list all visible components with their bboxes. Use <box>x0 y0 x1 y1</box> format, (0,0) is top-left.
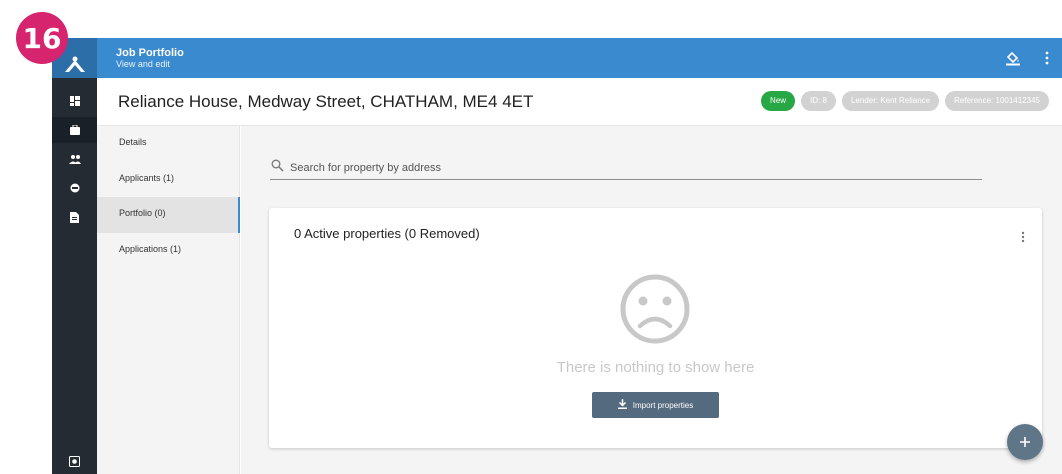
people-icon[interactable] <box>52 146 97 172</box>
tab-applications[interactable]: Applications (1) <box>97 233 240 269</box>
plus-icon <box>1020 437 1030 447</box>
properties-card: 0 Active properties (0 Removed) There is… <box>269 208 1042 448</box>
settings-icon[interactable] <box>52 448 97 474</box>
import-properties-button[interactable]: Import properties <box>592 392 719 418</box>
status-badge: New <box>761 91 796 111</box>
side-rail <box>52 78 97 474</box>
search-input[interactable] <box>290 160 970 176</box>
page-header: Reliance House, Medway Street, CHATHAM, … <box>97 78 1062 126</box>
dashboard-icon[interactable] <box>52 88 97 114</box>
document-icon[interactable] <box>52 204 97 230</box>
paint-bucket-icon[interactable] <box>1003 48 1023 68</box>
reference-chip: Reference: 1001412345 <box>945 91 1049 111</box>
main-content: 0 Active properties (0 Removed) There is… <box>241 126 1062 474</box>
screen: 16 Job Portfolio View and edit Reliance … <box>0 0 1062 474</box>
add-button[interactable] <box>1007 424 1043 460</box>
import-properties-label: Import properties <box>632 400 694 410</box>
tab-portfolio[interactable]: Portfolio (0) <box>97 197 240 233</box>
more-vertical-icon[interactable] <box>1037 48 1057 68</box>
app-subtitle: View and edit <box>116 59 170 69</box>
job-icon[interactable] <box>52 117 97 143</box>
download-icon <box>617 399 627 411</box>
tab-applicants[interactable]: Applicants (1) <box>97 162 240 198</box>
landlord-icon[interactable] <box>52 175 97 201</box>
lender-chip: Lender: Kent Reliance <box>841 91 940 111</box>
chip-group: New ID: 8 Lender: Kent Reliance Referenc… <box>761 91 1049 111</box>
empty-state-text: There is nothing to show here <box>556 359 755 376</box>
more-vertical-icon[interactable] <box>1016 230 1030 244</box>
step-number-badge: 16 <box>16 12 68 64</box>
section-nav: Details Applicants (1) Portfolio (0) App… <box>97 126 240 474</box>
app-header: Job Portfolio View and edit <box>52 38 1062 78</box>
card-title: 0 Active properties (0 Removed) <box>294 226 480 241</box>
search-field <box>270 156 982 180</box>
page-title: Reliance House, Medway Street, CHATHAM, … <box>118 92 534 111</box>
search-icon <box>271 159 284 177</box>
sad-face-icon <box>618 272 692 351</box>
app-title: Job Portfolio <box>116 47 184 59</box>
id-chip: ID: 8 <box>801 91 836 111</box>
tab-details[interactable]: Details <box>97 126 240 162</box>
